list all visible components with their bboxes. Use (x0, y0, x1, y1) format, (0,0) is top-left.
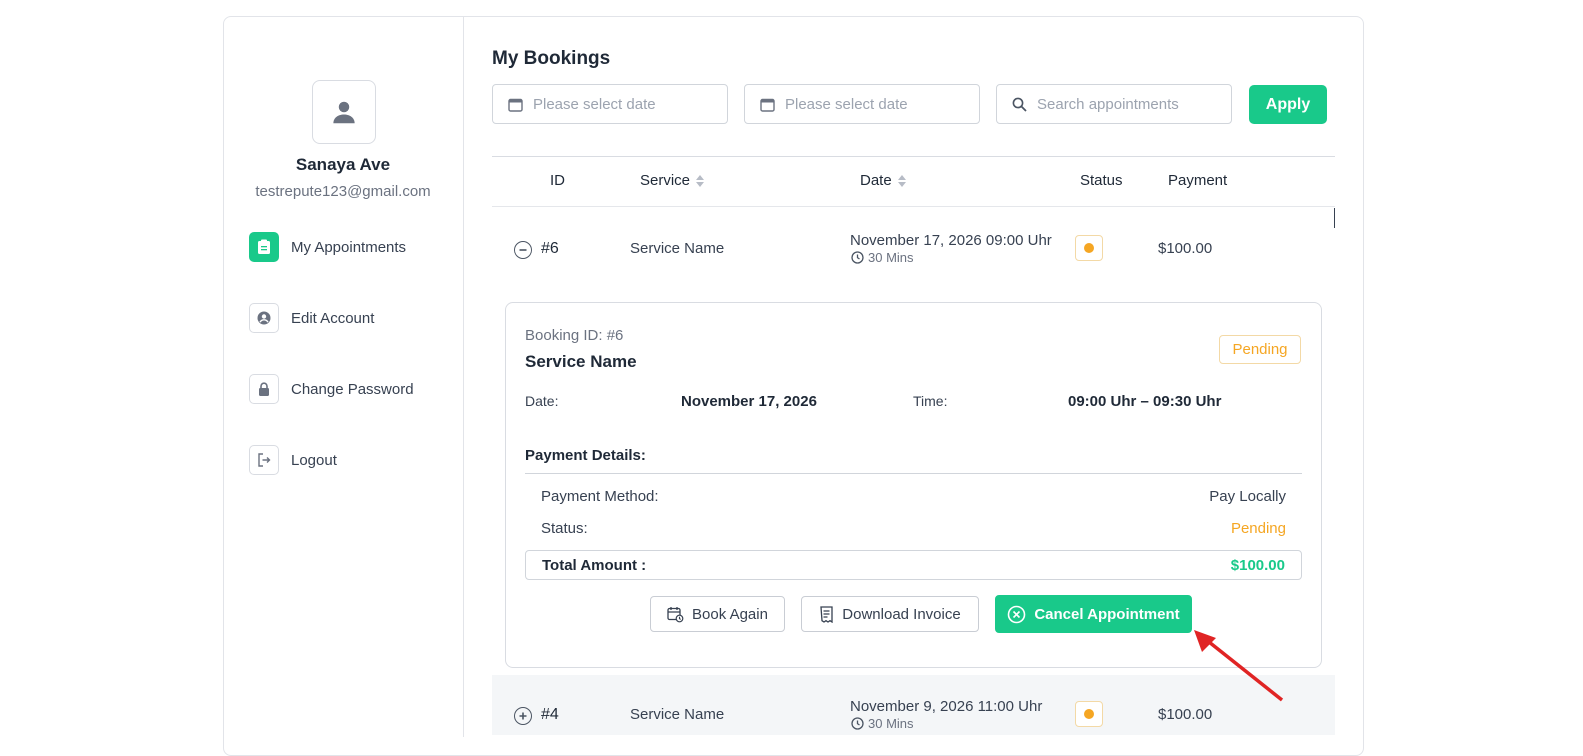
payment-details-title: Payment Details: (525, 447, 646, 464)
clipboard-icon (249, 232, 279, 262)
calendar-refresh-icon (667, 606, 684, 622)
download-invoice-button[interactable]: Download Invoice (801, 596, 979, 632)
calendar-icon (508, 98, 523, 112)
time-value: 09:00 Uhr – 09:30 Uhr (1068, 393, 1222, 410)
payment-status-value: Pending (1230, 520, 1286, 537)
sidebar-item-label: My Appointments (291, 238, 407, 256)
table-top-border (492, 156, 1335, 157)
row-duration: 30 Mins (851, 250, 914, 265)
search-input[interactable] (1037, 95, 1217, 113)
status-dot (1084, 243, 1094, 253)
user-name: Sanaya Ave (295, 155, 391, 174)
status-badge (1075, 701, 1103, 727)
date-to-field[interactable] (744, 84, 980, 124)
payment-method-value: Pay Locally (1209, 488, 1286, 505)
row-payment: $100.00 (1158, 240, 1213, 257)
status-dot (1084, 709, 1094, 719)
row-date: November 9, 2026 11:00 Uhr (850, 698, 1043, 715)
sidebar-item-label: Logout (291, 451, 337, 469)
cancel-appointment-button[interactable]: Cancel Appointment (995, 595, 1192, 633)
search-field[interactable] (996, 84, 1232, 124)
time-label: Time: (913, 393, 948, 409)
payment-method-row: Payment Method: Pay Locally (541, 488, 1286, 505)
column-header-service[interactable]: Service (640, 172, 705, 189)
sidebar-divider (463, 17, 464, 737)
booking-service-title: Service Name (525, 352, 637, 371)
column-header-payment: Payment (1168, 172, 1228, 189)
column-header-id: ID (550, 172, 565, 189)
sidebar-item-logout[interactable]: Logout (249, 445, 337, 475)
row-service: Service Name (630, 240, 725, 257)
payment-status-label: Status: (541, 520, 588, 537)
date-label: Date: (525, 393, 559, 409)
user-circle-icon (249, 303, 279, 333)
clock-icon (851, 251, 864, 264)
row-id: #6 (541, 240, 559, 257)
user-email: testrepute123@gmail.com (255, 183, 431, 200)
booking-id: Booking ID: #6 (525, 327, 624, 344)
sort-icon[interactable] (696, 174, 705, 187)
close-circle-icon (1008, 605, 1026, 623)
page-title: My Bookings (492, 48, 611, 69)
sidebar-item-label: Edit Account (291, 309, 375, 327)
minus-icon (519, 249, 527, 251)
annotation-arrow-icon (1194, 630, 1284, 702)
plus-icon (519, 712, 527, 720)
date-from-field[interactable] (492, 84, 728, 124)
column-header-date[interactable]: Date (860, 172, 906, 189)
divider (525, 473, 1302, 474)
sidebar-item-edit-account[interactable]: Edit Account (249, 303, 374, 333)
row-duration: 30 Mins (851, 716, 914, 731)
row-service: Service Name (630, 706, 725, 723)
column-header-status: Status (1080, 172, 1123, 189)
total-amount-value: $100.00 (1230, 556, 1285, 574)
row-id: #4 (541, 706, 559, 723)
sidebar-item-change-password[interactable]: Change Password (249, 374, 414, 404)
receipt-icon (820, 605, 833, 623)
logout-icon (249, 445, 279, 475)
avatar (312, 80, 376, 144)
total-amount-label: Total Amount : (542, 556, 647, 574)
sidebar-item-label: Change Password (291, 380, 414, 398)
book-again-button[interactable]: Book Again (650, 596, 785, 632)
expand-row-button[interactable] (514, 707, 532, 725)
date-from-input[interactable] (533, 95, 713, 113)
date-to-input[interactable] (785, 95, 965, 113)
date-value: November 17, 2026 (681, 393, 817, 410)
calendar-icon (760, 98, 775, 112)
row-date: November 17, 2026 09:00 Uhr (850, 232, 1052, 249)
apply-button[interactable]: Apply (1249, 85, 1327, 124)
collapse-row-button[interactable] (514, 241, 532, 259)
payment-status-row: Status: Pending (541, 520, 1286, 537)
status-badge (1075, 235, 1103, 261)
sidebar-item-my-appointments[interactable]: My Appointments (249, 232, 406, 262)
row-payment: $100.00 (1158, 706, 1213, 723)
scrollbar[interactable] (1334, 208, 1335, 228)
total-amount-row: Total Amount : $100.00 (525, 550, 1302, 580)
clock-icon (851, 717, 864, 730)
sort-icon[interactable] (897, 174, 906, 187)
payment-method-label: Payment Method: (541, 488, 659, 505)
lock-icon (249, 374, 279, 404)
user-icon (333, 101, 355, 124)
search-icon (1012, 97, 1027, 112)
status-badge: Pending (1219, 335, 1301, 364)
table-header-border (492, 206, 1335, 207)
